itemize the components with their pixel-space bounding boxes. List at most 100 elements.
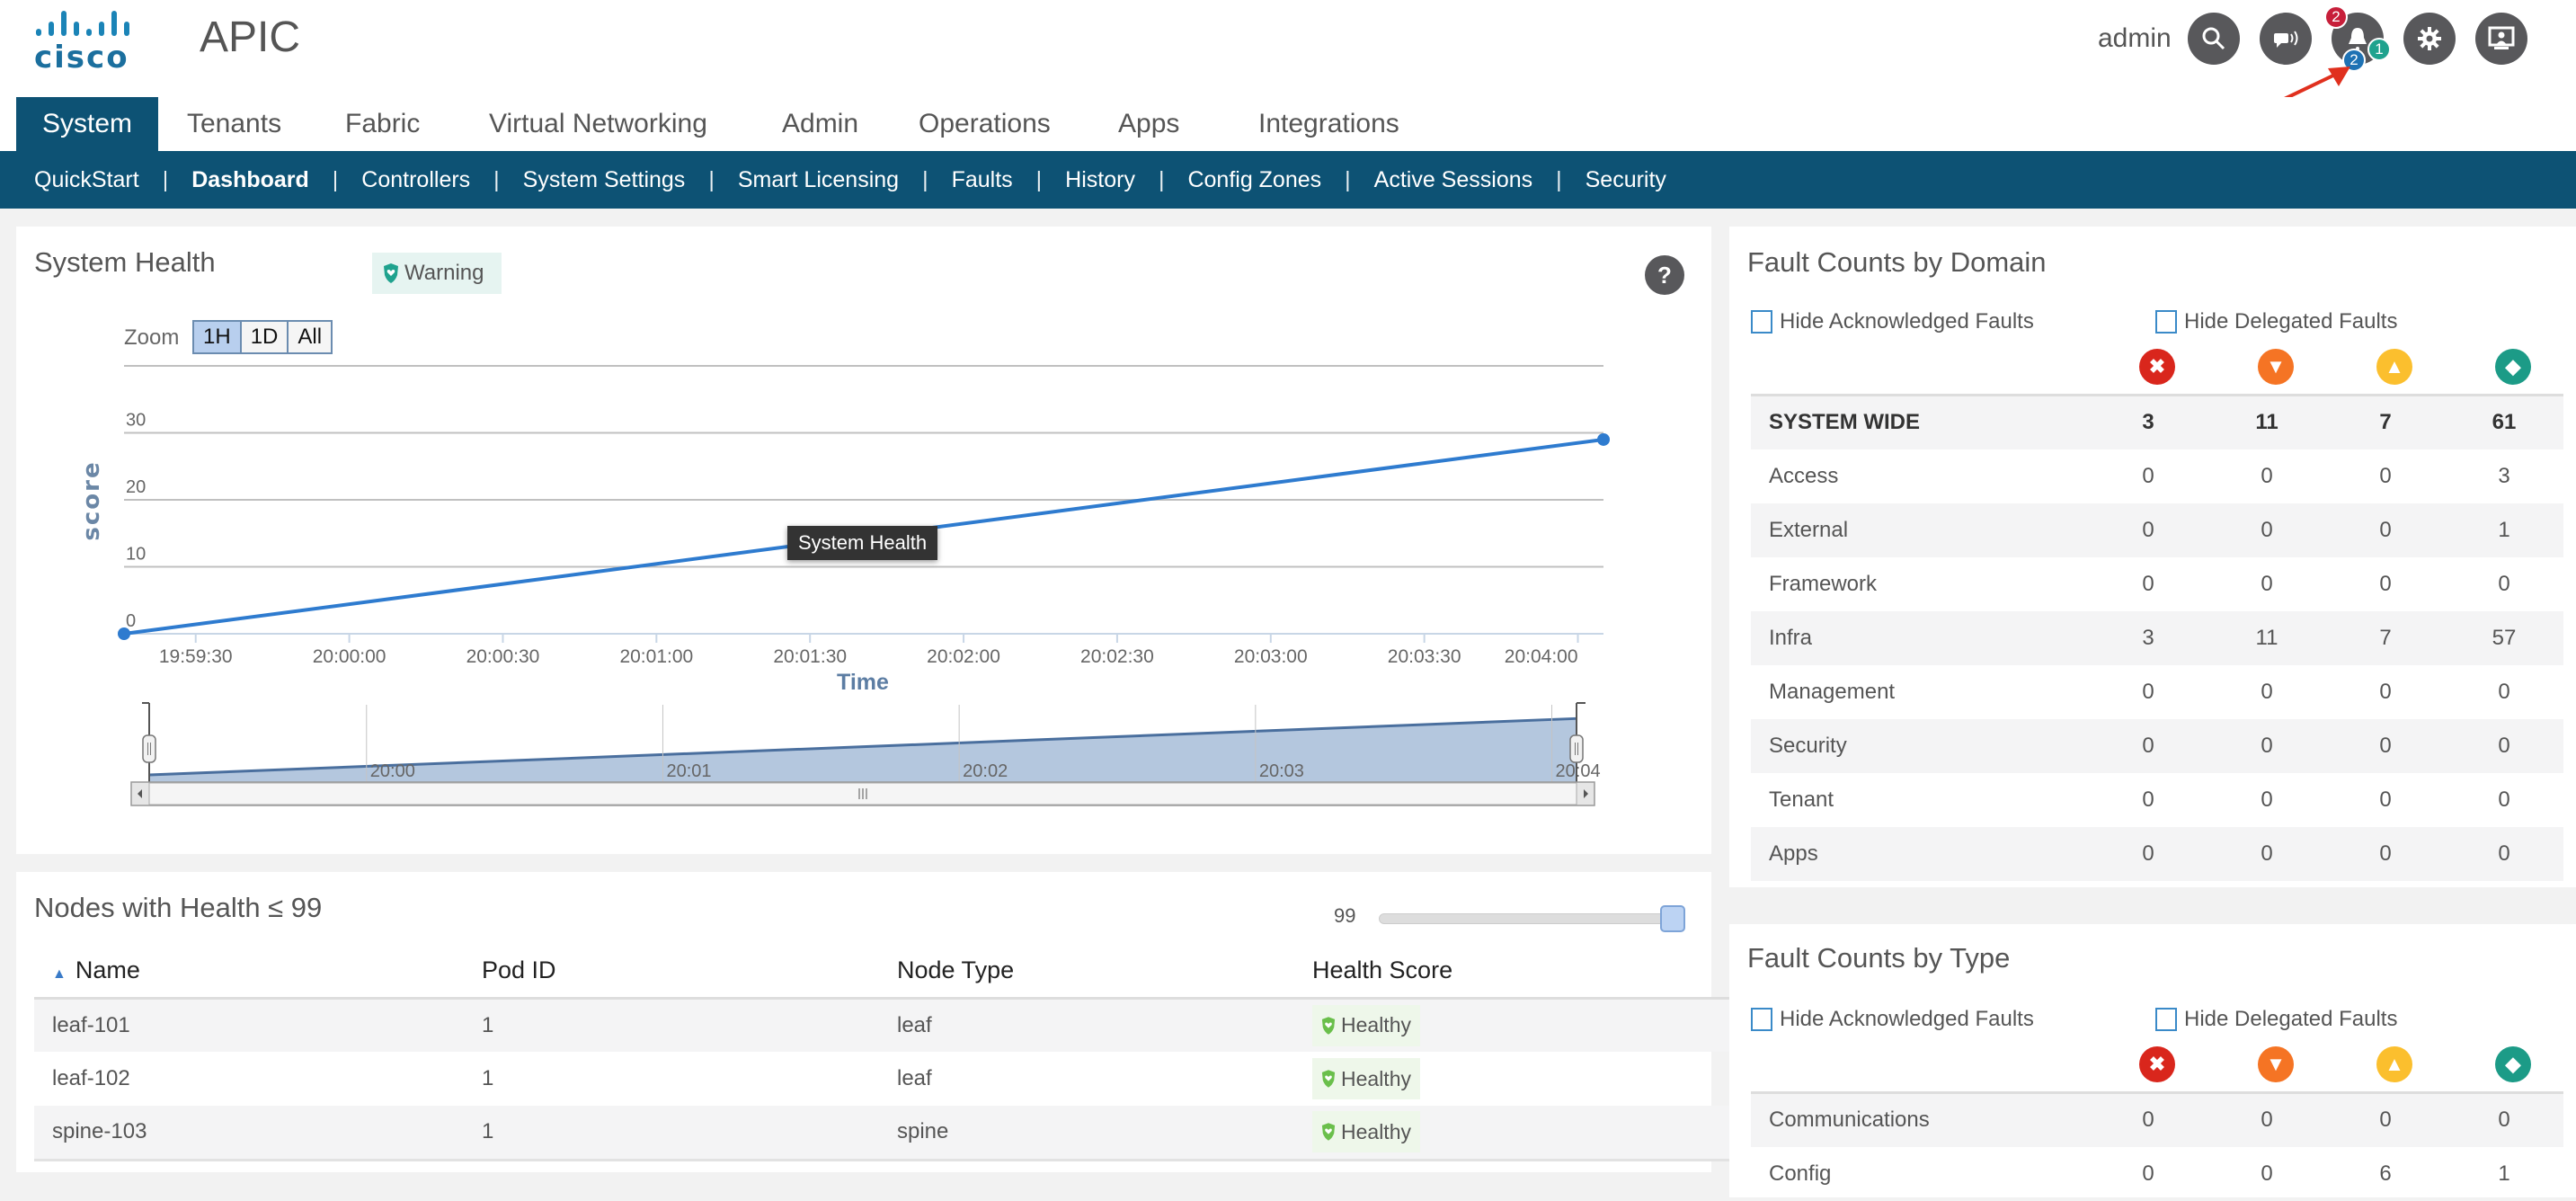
- table-row[interactable]: Config 0 0 6 1: [1751, 1147, 2563, 1201]
- fault-count-critical[interactable]: 0: [2089, 449, 2207, 503]
- settings-button[interactable]: [2403, 13, 2456, 65]
- fault-count-major[interactable]: 0: [2207, 557, 2326, 611]
- fault-count-major[interactable]: 0: [2207, 503, 2326, 557]
- table-row[interactable]: Communications 0 0 0 0: [1751, 1091, 2563, 1147]
- fault-count-major[interactable]: 0: [2207, 1147, 2326, 1201]
- fault-count-critical[interactable]: 3: [2089, 610, 2207, 665]
- column-header-node-type[interactable]: Node Type: [879, 944, 1294, 1000]
- subnav-dashboard[interactable]: Dashboard: [191, 167, 309, 193]
- fault-count-warning[interactable]: 3: [2445, 449, 2563, 503]
- table-row[interactable]: leaf-102 1 leaf Healthy: [34, 1052, 1729, 1106]
- column-header-pod-id[interactable]: Pod ID: [464, 944, 879, 1000]
- fault-count-critical[interactable]: 0: [2089, 665, 2207, 719]
- hide-delegated-checkbox[interactable]: Hide Delegated Faults: [2155, 1007, 2397, 1032]
- table-row[interactable]: Management 0 0 0 0: [1751, 665, 2563, 719]
- alerts-button[interactable]: 2 2 1: [2324, 5, 2391, 72]
- subnav-quickstart[interactable]: QuickStart: [34, 167, 139, 193]
- subnav-system-settings[interactable]: System Settings: [523, 167, 686, 193]
- fault-count-critical[interactable]: 0: [2089, 773, 2207, 827]
- fault-count-major[interactable]: 0: [2207, 1091, 2326, 1147]
- navigator-right-handle[interactable]: [1569, 734, 1584, 763]
- hide-delegated-checkbox[interactable]: Hide Delegated Faults: [2155, 309, 2397, 334]
- fault-count-minor[interactable]: 0: [2326, 826, 2445, 881]
- search-button[interactable]: [2188, 13, 2240, 65]
- fault-count-critical[interactable]: 0: [2089, 718, 2207, 773]
- user-menu[interactable]: admin: [2098, 23, 2172, 54]
- subnav-faults[interactable]: Faults: [952, 167, 1013, 193]
- data-point[interactable]: [118, 627, 130, 640]
- column-header-name[interactable]: ▲ Name: [34, 944, 464, 1000]
- fault-count-warning[interactable]: 1: [2445, 1147, 2563, 1201]
- fault-count-minor[interactable]: 0: [2326, 773, 2445, 827]
- fault-count-critical[interactable]: 0: [2089, 503, 2207, 557]
- fault-count-critical[interactable]: 0: [2089, 557, 2207, 611]
- subnav-smart-licensing[interactable]: Smart Licensing: [738, 167, 899, 193]
- fault-count-critical[interactable]: 0: [2089, 1091, 2207, 1147]
- sub-nav: QuickStart | Dashboard | Controllers | Syst…: [0, 151, 2576, 209]
- table-row[interactable]: leaf-101 1 leaf Healthy: [34, 998, 1729, 1052]
- tab-system[interactable]: System: [16, 97, 159, 151]
- hide-acknowledged-checkbox[interactable]: Hide Acknowledged Faults: [1751, 309, 2155, 334]
- fault-count-minor[interactable]: 7: [2326, 394, 2445, 449]
- fault-count-warning[interactable]: 0: [2445, 1091, 2563, 1147]
- tab-tenants[interactable]: Tenants: [187, 97, 281, 151]
- fault-count-minor[interactable]: 6: [2326, 1147, 2445, 1201]
- tab-virtual-networking[interactable]: Virtual Networking: [489, 97, 707, 151]
- fault-count-major[interactable]: 0: [2207, 449, 2326, 503]
- fault-count-minor[interactable]: 0: [2326, 665, 2445, 719]
- fault-count-major[interactable]: 0: [2207, 773, 2326, 827]
- hide-acknowledged-checkbox[interactable]: Hide Acknowledged Faults: [1751, 1007, 2155, 1032]
- cisco-logo[interactable]: cisco: [32, 11, 131, 76]
- fault-count-warning[interactable]: 0: [2445, 773, 2563, 827]
- fault-count-minor[interactable]: 0: [2326, 449, 2445, 503]
- fault-count-minor[interactable]: 0: [2326, 557, 2445, 611]
- tab-apps[interactable]: Apps: [1118, 97, 1179, 151]
- navigator-left-handle[interactable]: [142, 734, 156, 763]
- slider-handle[interactable]: [1660, 905, 1685, 932]
- table-row[interactable]: Framework 0 0 0 0: [1751, 557, 2563, 611]
- fault-count-major[interactable]: 0: [2207, 826, 2326, 881]
- fault-count-major[interactable]: 11: [2207, 610, 2326, 665]
- subnav-separator: |: [1556, 166, 1562, 192]
- table-row[interactable]: Access 0 0 0 3: [1751, 449, 2563, 503]
- fault-count-major[interactable]: 11: [2207, 394, 2326, 449]
- system-tools-button[interactable]: [2475, 13, 2527, 65]
- fault-count-warning[interactable]: 0: [2445, 665, 2563, 719]
- fault-count-minor[interactable]: 7: [2326, 610, 2445, 665]
- table-row[interactable]: External 0 0 0 1: [1751, 503, 2563, 557]
- fault-count-minor[interactable]: 0: [2326, 718, 2445, 773]
- table-row[interactable]: SYSTEM WIDE 3 11 7 61: [1751, 394, 2563, 449]
- tab-fabric[interactable]: Fabric: [345, 97, 420, 151]
- announcements-button[interactable]: [2260, 13, 2312, 65]
- data-point[interactable]: [1597, 432, 1610, 446]
- fault-count-warning[interactable]: 0: [2445, 718, 2563, 773]
- fault-row-label: Infra: [1751, 610, 2089, 665]
- table-row[interactable]: Apps 0 0 0 0: [1751, 826, 2563, 881]
- fault-count-critical[interactable]: 0: [2089, 1147, 2207, 1201]
- fault-count-major[interactable]: 0: [2207, 665, 2326, 719]
- table-row[interactable]: Security 0 0 0 0: [1751, 718, 2563, 773]
- subnav-history[interactable]: History: [1065, 167, 1135, 193]
- fault-count-minor[interactable]: 0: [2326, 1091, 2445, 1147]
- fault-count-warning[interactable]: 57: [2445, 610, 2563, 665]
- fault-count-warning[interactable]: 1: [2445, 503, 2563, 557]
- tab-operations[interactable]: Operations: [919, 97, 1051, 151]
- fault-count-warning[interactable]: 0: [2445, 557, 2563, 611]
- fault-count-minor[interactable]: 0: [2326, 503, 2445, 557]
- fault-count-major[interactable]: 0: [2207, 718, 2326, 773]
- fault-count-critical[interactable]: 0: [2089, 826, 2207, 881]
- fault-count-warning[interactable]: 0: [2445, 826, 2563, 881]
- fault-count-critical[interactable]: 3: [2089, 394, 2207, 449]
- column-header-health-score[interactable]: Health Score: [1294, 944, 1729, 1000]
- fault-count-warning[interactable]: 61: [2445, 394, 2563, 449]
- health-threshold-slider[interactable]: [1379, 905, 1685, 932]
- table-row[interactable]: spine-103 1 spine Healthy: [34, 1106, 1729, 1161]
- subnav-config-zones[interactable]: Config Zones: [1187, 167, 1321, 193]
- subnav-controllers[interactable]: Controllers: [361, 167, 470, 193]
- table-row[interactable]: Tenant 0 0 0 0: [1751, 773, 2563, 827]
- table-row[interactable]: Infra 3 11 7 57: [1751, 610, 2563, 665]
- tab-integrations[interactable]: Integrations: [1258, 97, 1399, 151]
- tab-admin[interactable]: Admin: [782, 97, 858, 151]
- subnav-security[interactable]: Security: [1586, 167, 1666, 193]
- subnav-active-sessions[interactable]: Active Sessions: [1374, 167, 1532, 193]
